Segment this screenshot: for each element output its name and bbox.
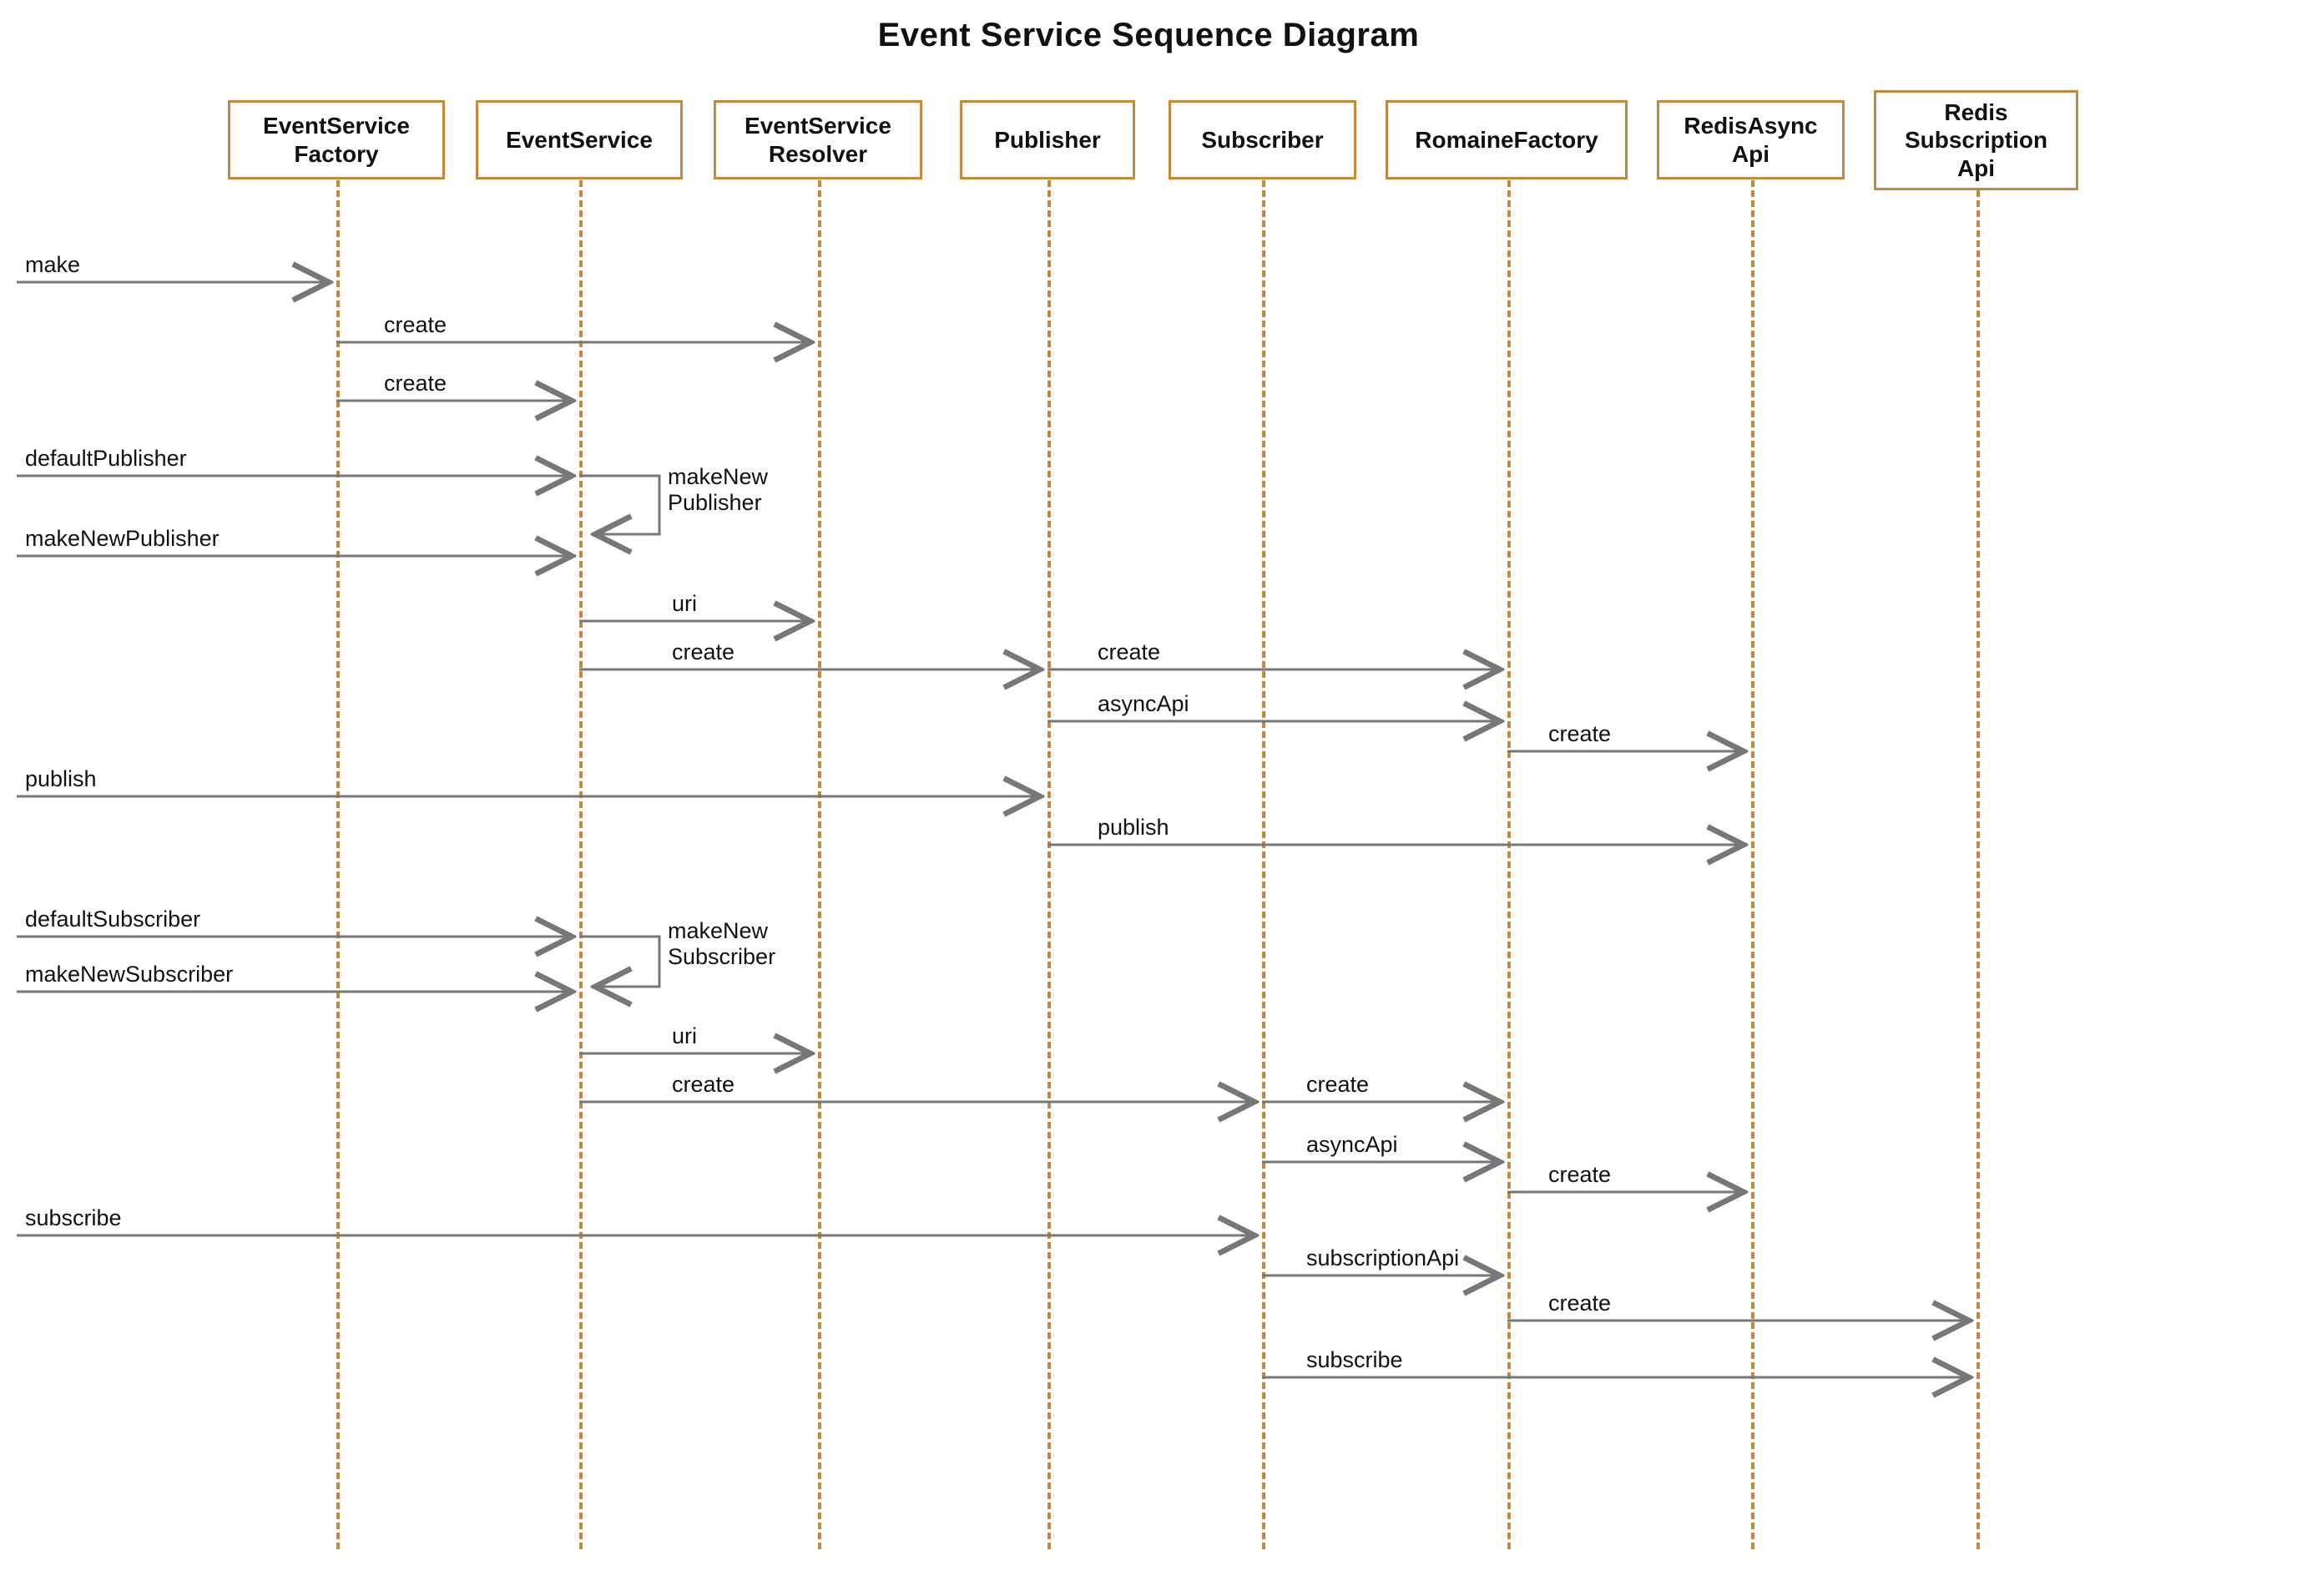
msg-label: makeNewPublisher	[25, 526, 220, 551]
msg-label: makeNewSubscriber	[25, 962, 233, 987]
msg-label: create	[384, 312, 447, 337]
msg-label: uri	[672, 591, 697, 616]
msg-label: subscribe	[1306, 1347, 1403, 1372]
lifeline	[1976, 190, 1980, 1549]
participant-eventservice: EventService	[476, 100, 683, 179]
msg-selfcall	[579, 476, 659, 534]
participant-label: EventService Factory	[263, 112, 410, 168]
msg-selfcall	[579, 937, 659, 987]
msg-label: create	[1548, 721, 1611, 746]
msg-label: makeNew Subscriber	[668, 918, 775, 970]
participant-eventservicefactory: EventService Factory	[228, 100, 445, 179]
participant-label: EventService Resolver	[745, 112, 891, 168]
lifeline	[336, 180, 340, 1549]
lifeline	[1507, 180, 1511, 1549]
msg-label: makeNew Publisher	[668, 464, 768, 516]
participant-label: EventService	[506, 126, 653, 154]
msg-label: publish	[25, 766, 97, 791]
msg-label: create	[1098, 639, 1160, 664]
msg-label: create	[1306, 1072, 1369, 1097]
msg-label: create	[1548, 1290, 1611, 1316]
lifeline	[1048, 180, 1051, 1549]
participant-redissubscriptionapi: Redis Subscription Api	[1874, 90, 2078, 190]
participant-label: RedisAsync Api	[1684, 112, 1817, 168]
participant-eventserviceresolver: EventService Resolver	[714, 100, 922, 179]
lifeline	[579, 180, 583, 1549]
msg-label: defaultPublisher	[25, 446, 187, 471]
msg-label: asyncApi	[1306, 1132, 1398, 1157]
lifeline	[1751, 180, 1754, 1549]
participant-subscriber: Subscriber	[1169, 100, 1356, 179]
lifeline	[818, 180, 821, 1549]
msg-label: defaultSubscriber	[25, 907, 200, 932]
msg-label: subscribe	[25, 1205, 122, 1230]
messages-svg: make create create defaultPublisher make…	[0, 0, 2297, 1596]
diagram-title: Event Service Sequence Diagram	[0, 17, 2297, 54]
participant-label: Redis Subscription Api	[1905, 98, 2047, 183]
lifeline	[1262, 180, 1265, 1549]
participant-label: RomaineFactory	[1415, 126, 1598, 154]
sequence-diagram: { "title": "Event Service Sequence Diagr…	[0, 0, 2297, 1596]
msg-label: asyncApi	[1098, 691, 1189, 716]
msg-label: uri	[672, 1023, 697, 1048]
msg-label: make	[25, 252, 80, 277]
participant-romainefactory: RomaineFactory	[1386, 100, 1628, 179]
msg-label: create	[672, 639, 735, 664]
msg-label: create	[384, 371, 447, 396]
msg-label: publish	[1098, 815, 1169, 840]
msg-label: subscriptionApi	[1306, 1245, 1459, 1270]
msg-label: create	[672, 1072, 735, 1097]
participant-label: Subscriber	[1201, 126, 1323, 154]
participant-publisher: Publisher	[960, 100, 1135, 179]
msg-label: create	[1548, 1162, 1611, 1187]
participant-redisasyncapi: RedisAsync Api	[1657, 100, 1845, 179]
participant-label: Publisher	[994, 126, 1101, 154]
